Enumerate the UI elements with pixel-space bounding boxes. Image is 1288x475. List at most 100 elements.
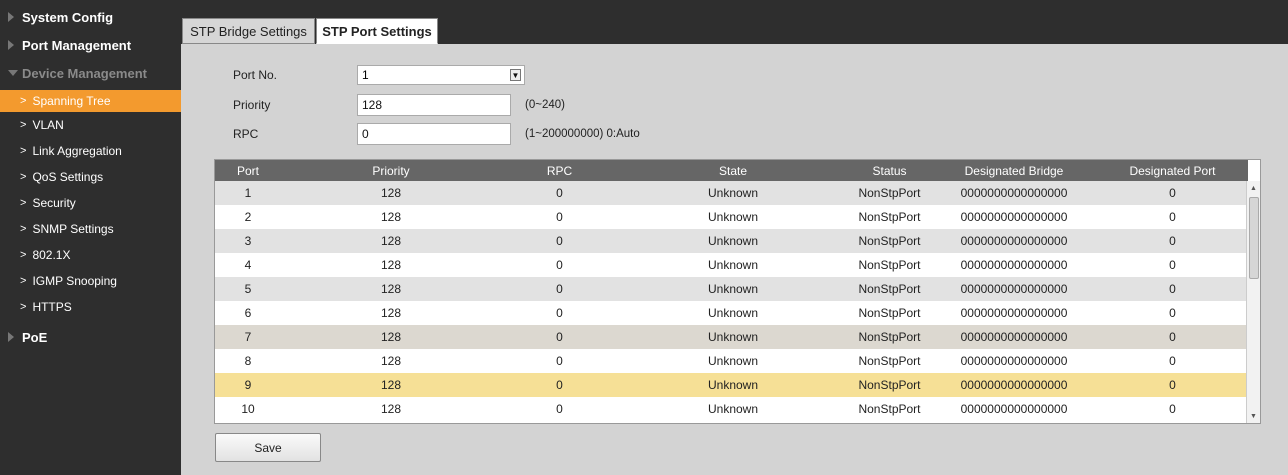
table-cell: 128 bbox=[380, 282, 402, 296]
sidebar-item-label: PoE bbox=[22, 329, 48, 345]
table-header: Port Priority RPC State Status Designated Bri… bbox=[215, 160, 1248, 181]
table-cell: Unknown bbox=[707, 186, 759, 200]
table-cell: Unknown bbox=[707, 378, 759, 392]
table-cell: 0 bbox=[1169, 186, 1176, 200]
save-button[interactable]: Save bbox=[215, 433, 321, 462]
table-row[interactable]: 10 128 0 Unknown NonStpPort 0000000000000000 0 bbox=[215, 397, 1248, 421]
table-cell: 8 bbox=[244, 354, 252, 368]
sidebar-item-8021x[interactable]: >802.1X bbox=[0, 242, 181, 268]
table-row[interactable]: 4 128 0 Unknown NonStpPort 0000000000000000 0 bbox=[215, 253, 1248, 277]
table-row[interactable]: 1 128 0 Unknown NonStpPort 0000000000000000 0 bbox=[215, 181, 1248, 205]
table-cell: 0 bbox=[556, 186, 563, 200]
collapsed-arrow-icon bbox=[8, 332, 14, 342]
main-panel: Port No. 1 ▼ Priority 128 (0~240) RPC 0 … bbox=[181, 44, 1288, 475]
table-cell: 0 bbox=[556, 354, 563, 368]
chevron-right-icon: > bbox=[20, 197, 27, 209]
table-cell: Unknown bbox=[707, 354, 759, 368]
column-header[interactable]: RPC bbox=[501, 160, 618, 181]
rpc-row: RPC 0 (1~200000000) 0:Auto bbox=[233, 123, 640, 145]
port-no-row: Port No. 1 ▼ bbox=[233, 64, 525, 86]
sidebar-item-link-aggregation[interactable]: > Link Aggregation bbox=[0, 138, 181, 164]
sidebar-item-label: Device Management bbox=[22, 65, 147, 81]
table-cell: 4 bbox=[244, 258, 252, 272]
table-cell: NonStpPort bbox=[858, 258, 921, 272]
table-row[interactable]: 5 128 0 Unknown NonStpPort 0000000000000000 0 bbox=[215, 277, 1248, 301]
table-cell: 0 bbox=[1169, 306, 1176, 320]
table-cell: Unknown bbox=[707, 330, 759, 344]
sidebar-item-https[interactable]: > HTTPS bbox=[0, 294, 181, 320]
table-cell: NonStpPort bbox=[858, 186, 921, 200]
port-no-label: Port No. bbox=[233, 68, 278, 82]
column-header[interactable]: Designated Bridge bbox=[931, 160, 1097, 181]
scrollbar-thumb[interactable] bbox=[1249, 197, 1259, 279]
tab-stp-bridge-settings[interactable]: STP Bridge Settings bbox=[182, 18, 315, 44]
port-no-select[interactable]: 1 ▼ bbox=[357, 65, 525, 85]
column-header[interactable]: Status bbox=[848, 160, 931, 181]
table-scrollbar[interactable]: ▲ ▼ bbox=[1246, 181, 1260, 423]
table-cell: NonStpPort bbox=[858, 234, 921, 248]
sidebar-poe[interactable]: PoE bbox=[0, 320, 181, 354]
priority-label: Priority bbox=[233, 98, 271, 112]
table-cell: 0000000000000000 bbox=[960, 330, 1068, 344]
table-cell: 0000000000000000 bbox=[960, 378, 1068, 392]
table-cell: 0000000000000000 bbox=[960, 354, 1068, 368]
column-header[interactable]: Port bbox=[215, 160, 281, 181]
table-cell: 0000000000000000 bbox=[960, 234, 1068, 248]
table-cell: 5 bbox=[244, 282, 252, 296]
sidebar-system-config[interactable]: System Config bbox=[0, 0, 181, 34]
table-cell: NonStpPort bbox=[858, 330, 921, 344]
table-cell: 0 bbox=[1169, 378, 1176, 392]
port-table: Port Priority RPC State Status Designated Bri… bbox=[214, 159, 1261, 424]
sidebar-item-label: Security bbox=[32, 196, 76, 210]
priority-input[interactable]: 128 bbox=[357, 94, 511, 116]
sidebar-port-management[interactable]: Port Management bbox=[0, 34, 181, 56]
table-row[interactable]: 8 128 0 Unknown NonStpPort 0000000000000000 0 bbox=[215, 349, 1248, 373]
column-header[interactable]: Priority bbox=[281, 160, 501, 181]
table-row[interactable]: 2 128 0 Unknown NonStpPort 0000000000000000 0 bbox=[215, 205, 1248, 229]
sidebar-item-snmp-settings[interactable]: > SNMP Settings bbox=[0, 216, 181, 242]
table-cell: 128 bbox=[380, 306, 402, 320]
table-cell: 128 bbox=[380, 402, 402, 416]
sidebar-item-spanning-tree[interactable]: > Spanning Tree bbox=[0, 90, 181, 112]
scroll-up-icon[interactable]: ▲ bbox=[1247, 181, 1260, 195]
sidebar-item-label: Link Aggregation bbox=[32, 144, 122, 158]
table-cell: 0 bbox=[556, 306, 563, 320]
table-cell: 128 bbox=[380, 354, 402, 368]
priority-row: Priority 128 (0~240) bbox=[233, 94, 565, 116]
chevron-right-icon: > bbox=[20, 145, 27, 157]
table-row[interactable]: 3 128 0 Unknown NonStpPort 0000000000000000 0 bbox=[215, 229, 1248, 253]
table-cell: 0000000000000000 bbox=[960, 210, 1068, 224]
sidebar-item-qos-settings[interactable]: > QoS Settings bbox=[0, 164, 181, 190]
table-row[interactable]: 7 128 0 Unknown NonStpPort 0000000000000000 0 bbox=[215, 325, 1248, 349]
table-cell: Unknown bbox=[707, 258, 759, 272]
table-row[interactable]: 9 128 0 Unknown NonStpPort 0000000000000000 0 bbox=[215, 373, 1248, 397]
rpc-input[interactable]: 0 bbox=[357, 123, 511, 145]
sidebar-item-igmp-snooping[interactable]: > IGMP Snooping bbox=[0, 268, 181, 294]
priority-hint: (0~240) bbox=[525, 99, 565, 111]
table-cell: 128 bbox=[380, 258, 402, 272]
sidebar-item-label: SNMP Settings bbox=[32, 222, 114, 236]
column-header[interactable]: State bbox=[618, 160, 848, 181]
port-no-value: 1 bbox=[362, 68, 369, 82]
collapsed-arrow-icon bbox=[8, 40, 14, 50]
sidebar-item-label: VLAN bbox=[32, 118, 64, 132]
table-cell: Unknown bbox=[707, 234, 759, 248]
chevron-right-icon: > bbox=[20, 95, 27, 107]
scroll-down-icon[interactable]: ▼ bbox=[1247, 409, 1260, 423]
table-row[interactable]: 6 128 0 Unknown NonStpPort 0000000000000000 0 bbox=[215, 301, 1248, 325]
sidebar-item-label: QoS Settings bbox=[32, 170, 104, 184]
sidebar-item-security[interactable]: > Security bbox=[0, 190, 181, 216]
table-cell: 0 bbox=[1169, 234, 1176, 248]
chevron-down-icon[interactable]: ▼ bbox=[510, 69, 521, 81]
table-cell: 0 bbox=[1169, 354, 1176, 368]
table-cell: NonStpPort bbox=[858, 306, 921, 320]
chevron-right-icon: > bbox=[20, 171, 27, 183]
tab-stp-port-settings[interactable]: STP Port Settings bbox=[316, 18, 438, 44]
sidebar-device-management[interactable]: Device Management bbox=[0, 56, 181, 90]
table-cell: 0000000000000000 bbox=[960, 258, 1068, 272]
sidebar-item-label: Spanning Tree bbox=[32, 94, 111, 108]
table-cell: 128 bbox=[380, 210, 402, 224]
column-header[interactable]: Designated Port bbox=[1097, 160, 1248, 181]
sidebar: System Config Port Management Device Man… bbox=[0, 0, 181, 475]
sidebar-item-vlan[interactable]: > VLAN bbox=[0, 112, 181, 138]
